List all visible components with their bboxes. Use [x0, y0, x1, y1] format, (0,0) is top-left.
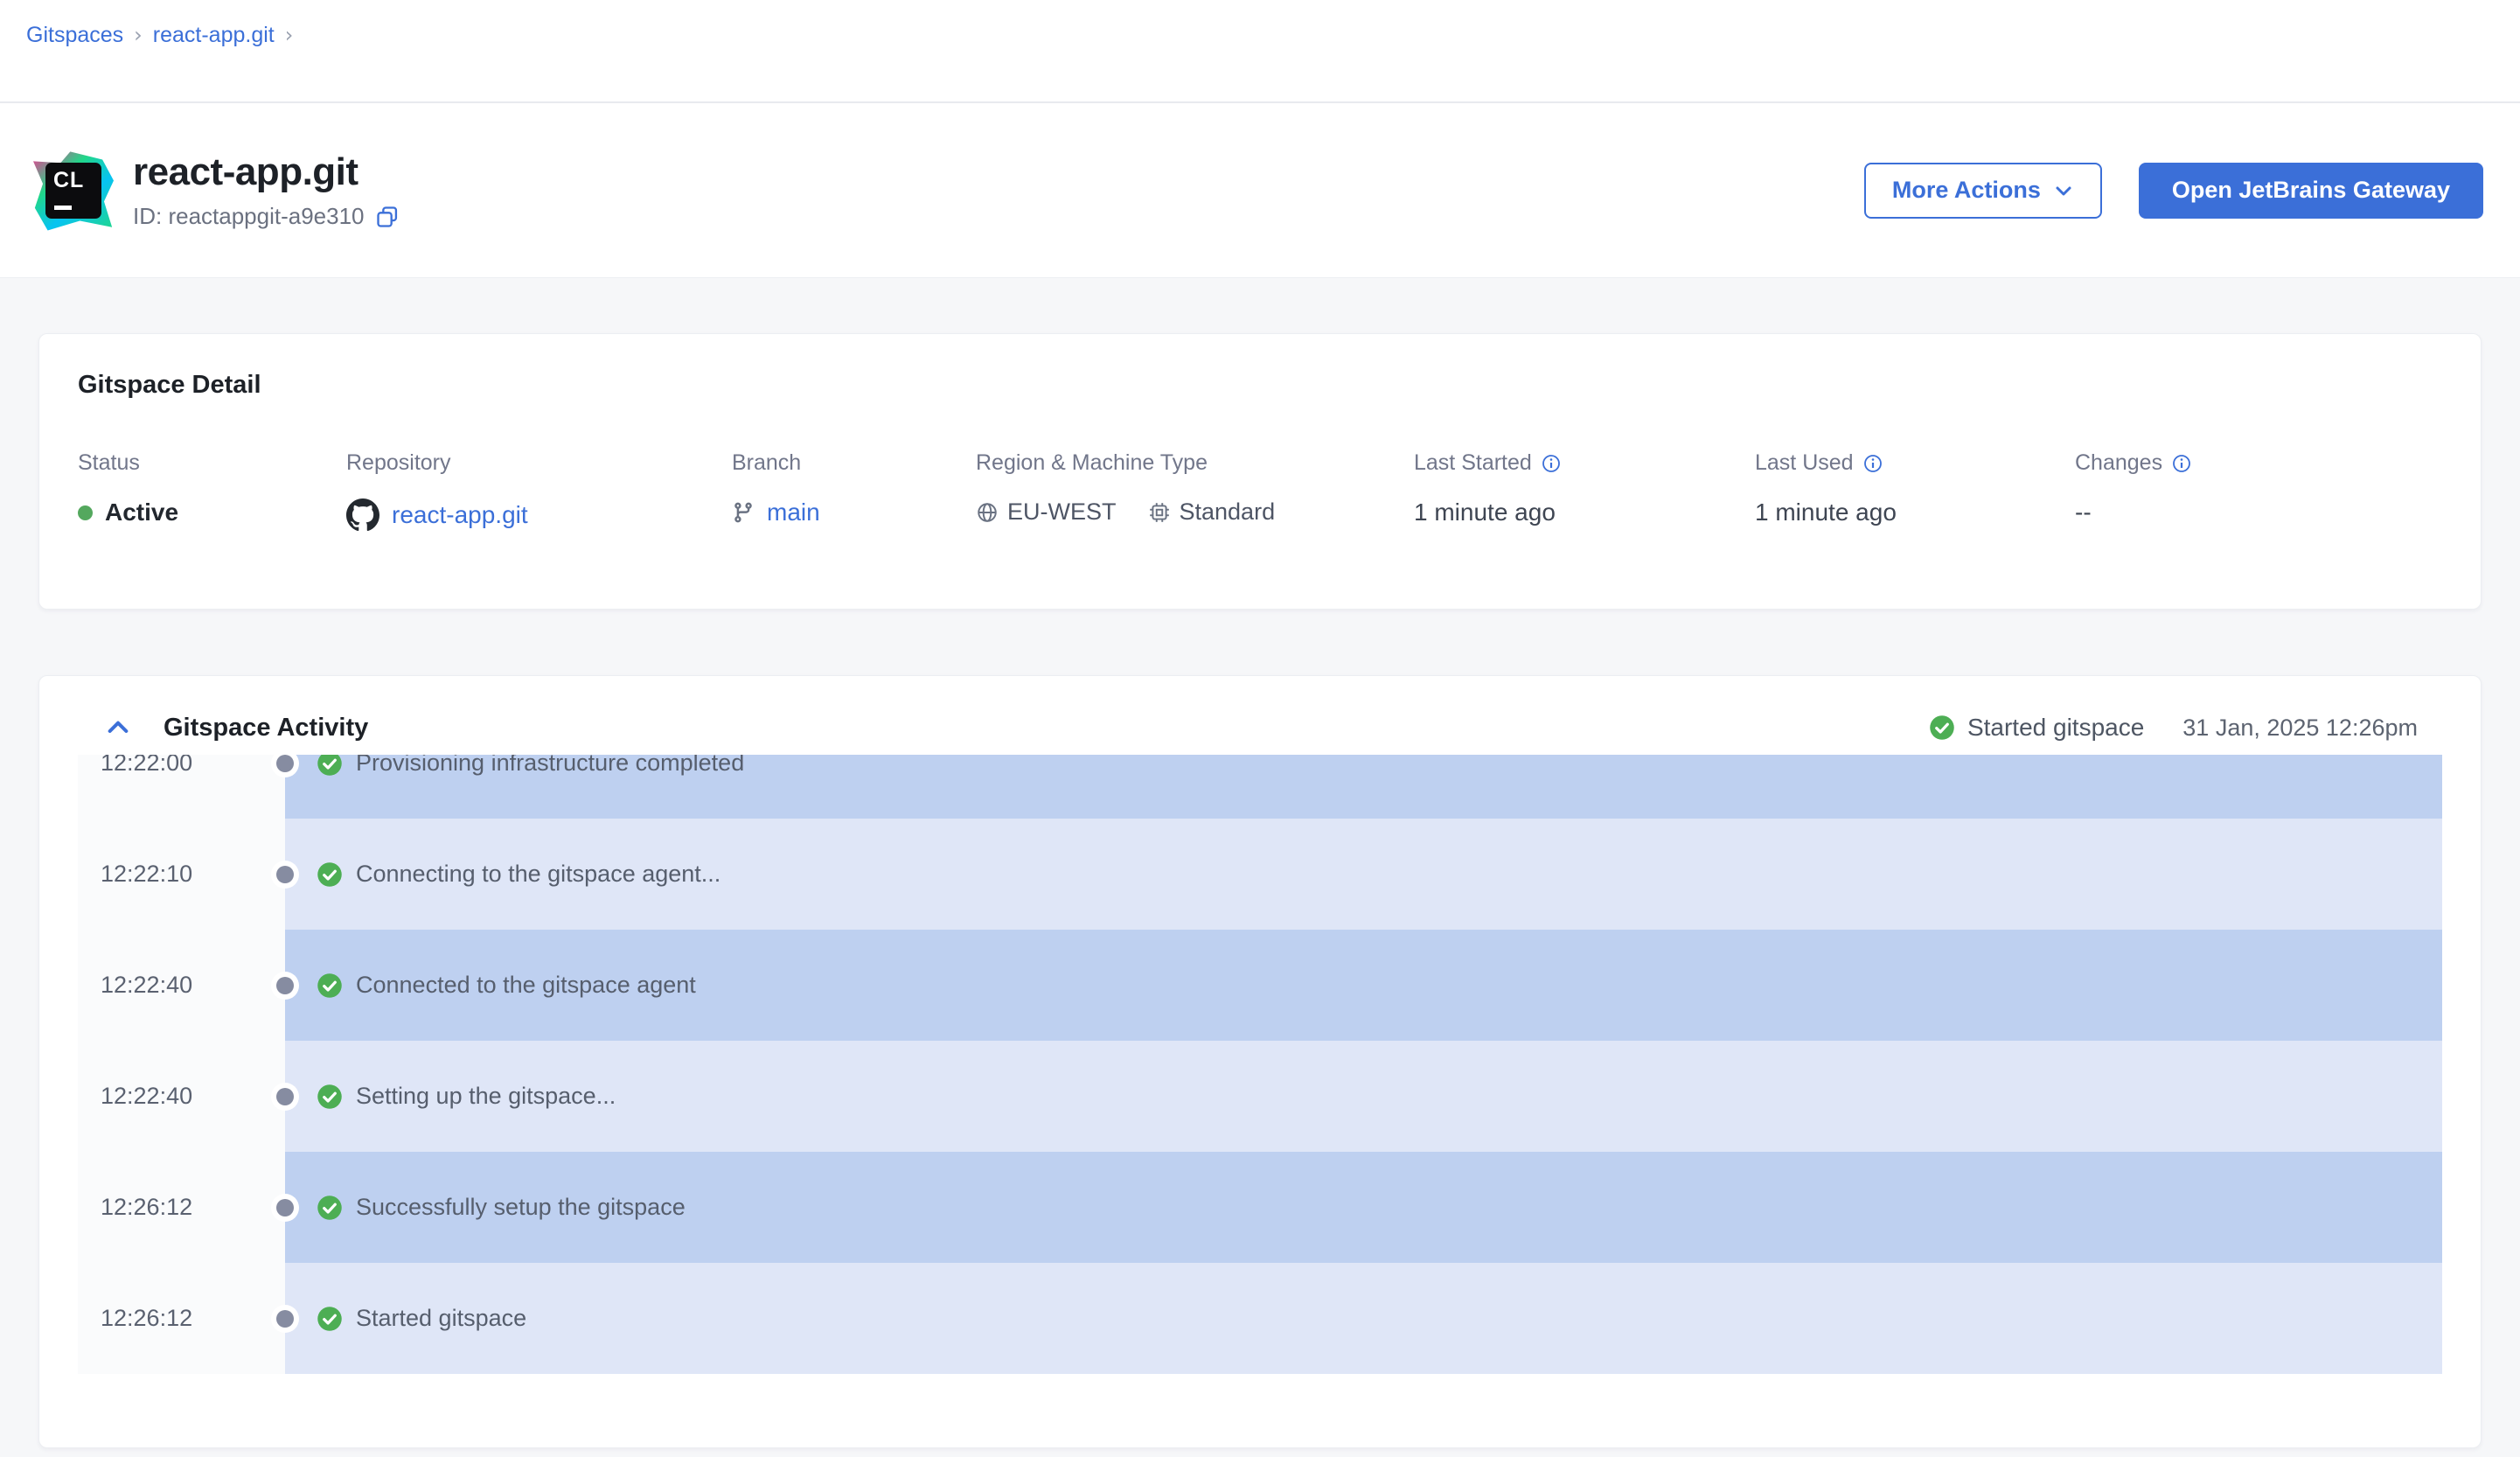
log-row-time: 12:22:40	[78, 1041, 285, 1152]
more-actions-button[interactable]: More Actions	[1864, 163, 2102, 219]
repository-label: Repository	[346, 450, 732, 476]
info-icon[interactable]	[1862, 453, 1883, 474]
github-icon	[346, 498, 379, 532]
check-circle-icon	[317, 972, 343, 999]
activity-timestamp: 31 Jan, 2025 12:26pm	[2182, 715, 2418, 742]
machine-type-icon	[1148, 501, 1171, 524]
region-machine-label: Region & Machine Type	[976, 450, 1414, 476]
breadcrumb-separator: ›	[285, 23, 294, 47]
page-title: react-app.git	[133, 150, 400, 194]
changes-value: --	[2075, 498, 2442, 526]
timeline-dot-icon	[276, 866, 294, 883]
activity-log-row: 12:22:40 Setting up the gitspace...	[78, 1041, 2442, 1152]
branch-link[interactable]: main	[767, 498, 820, 526]
machine-type-value: Standard	[1180, 498, 1276, 526]
repository-link[interactable]: react-app.git	[392, 501, 528, 529]
check-circle-icon	[317, 1306, 343, 1332]
timeline-dot-icon	[276, 1199, 294, 1216]
activity-log-row: 12:26:12 Successfully setup the gitspace	[78, 1152, 2442, 1263]
log-row-message: Setting up the gitspace...	[356, 1083, 616, 1110]
log-row-message: Provisioning infrastructure completed	[356, 755, 744, 777]
activity-status-badge: Started gitspace	[1929, 714, 2144, 742]
status-value: Active	[105, 498, 178, 526]
check-circle-icon	[317, 1084, 343, 1110]
activity-log-row: 12:26:12 Started gitspace	[78, 1263, 2442, 1374]
region-value: EU-WEST	[1007, 498, 1117, 526]
check-circle-icon	[1929, 715, 1955, 741]
breadcrumb-link-gitspace[interactable]: react-app.git	[153, 23, 275, 48]
chevron-down-icon	[2053, 180, 2074, 201]
changes-label: Changes	[2075, 450, 2162, 476]
activity-log-row: 12:22:10 Connecting to the gitspace agen…	[78, 819, 2442, 930]
breadcrumb-link-gitspaces[interactable]: Gitspaces	[26, 23, 123, 48]
check-circle-icon	[317, 861, 343, 888]
log-row-time: 12:22:10	[78, 819, 285, 930]
status-dot-icon	[78, 505, 93, 520]
timeline-dot-icon	[276, 1310, 294, 1328]
info-icon[interactable]	[2171, 453, 2192, 474]
status-label: Status	[78, 450, 346, 476]
log-row-message: Successfully setup the gitspace	[356, 1194, 686, 1221]
clion-logo-icon: CL	[33, 150, 114, 231]
globe-icon	[976, 501, 999, 524]
breadcrumb: Gitspaces › react-app.git ›	[0, 0, 2520, 103]
breadcrumb-separator: ›	[134, 23, 143, 47]
log-row-message: Connecting to the gitspace agent...	[356, 861, 720, 888]
open-jetbrains-gateway-button[interactable]: Open JetBrains Gateway	[2139, 163, 2483, 219]
activity-log[interactable]: 12:22:00 Provisioning infrastructure com…	[78, 755, 2442, 1378]
check-circle-icon	[317, 755, 343, 777]
log-row-time: 12:22:00	[78, 755, 285, 819]
activity-log-row: 12:22:00 Provisioning infrastructure com…	[78, 755, 2442, 819]
last-used-label: Last Used	[1755, 450, 1854, 476]
detail-card-title: Gitspace Detail	[78, 371, 2442, 400]
copy-icon[interactable]	[375, 205, 400, 229]
last-started-label: Last Started	[1414, 450, 1532, 476]
collapse-activity-button[interactable]	[104, 714, 132, 742]
log-row-message: Started gitspace	[356, 1305, 526, 1332]
chevron-up-icon	[104, 714, 132, 742]
activity-log-row: 12:22:40 Connected to the gitspace agent	[78, 930, 2442, 1041]
log-row-time: 12:22:40	[78, 930, 285, 1041]
page-header: CL react-app.git ID: reactappgit-a9e310 …	[0, 103, 2520, 278]
git-branch-icon	[732, 501, 755, 524]
last-used-value: 1 minute ago	[1755, 498, 2075, 526]
check-circle-icon	[317, 1195, 343, 1221]
gitspace-detail-card: Gitspace Detail Status Active Repository	[38, 333, 2482, 610]
last-started-value: 1 minute ago	[1414, 498, 1755, 526]
activity-card-title: Gitspace Activity	[164, 714, 368, 742]
timeline-dot-icon	[276, 977, 294, 994]
gitspace-id: ID: reactappgit-a9e310	[133, 203, 365, 230]
log-row-time: 12:26:12	[78, 1263, 285, 1374]
gitspace-activity-card: Gitspace Activity Started gitspace 31 Ja…	[38, 675, 2482, 1448]
timeline-dot-icon	[276, 755, 294, 772]
info-icon[interactable]	[1541, 453, 1562, 474]
branch-label: Branch	[732, 450, 976, 476]
log-row-time: 12:26:12	[78, 1152, 285, 1263]
timeline-dot-icon	[276, 1088, 294, 1105]
log-row-message: Connected to the gitspace agent	[356, 972, 696, 999]
